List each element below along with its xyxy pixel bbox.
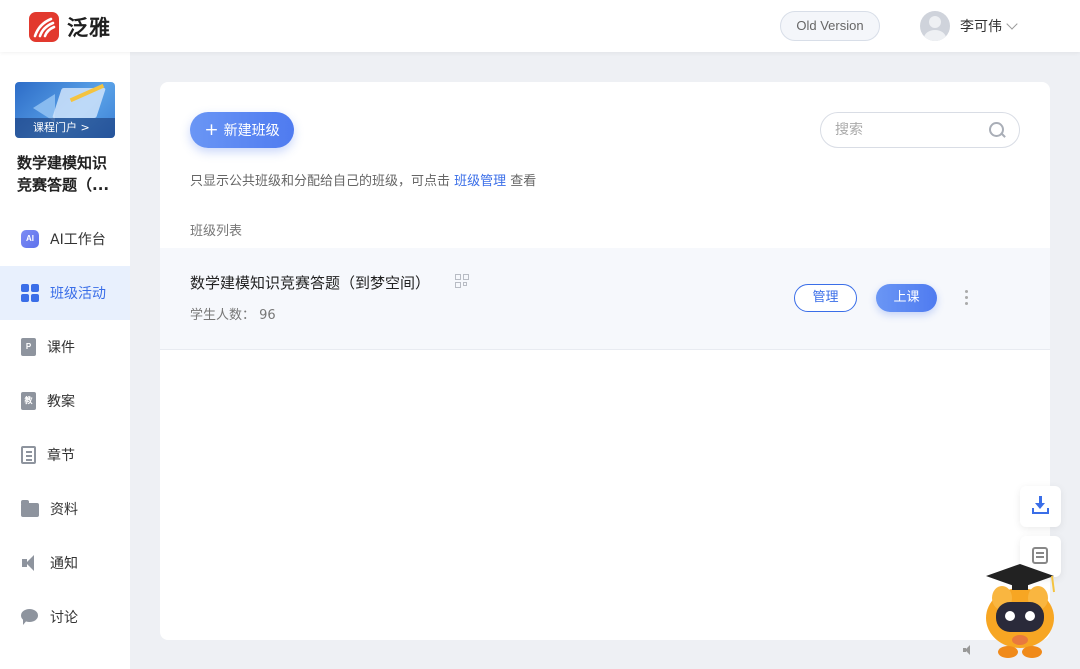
class-list-heading: 班级列表	[190, 224, 243, 239]
sidebar-item-chapters[interactable]: 章节	[0, 428, 130, 482]
sidebar-item-class-activity[interactable]: 班级活动	[0, 266, 130, 320]
chevron-down-icon[interactable]	[1006, 18, 1018, 30]
top-bar: 泛雅 Old Version 李可伟	[0, 0, 1080, 52]
search-box[interactable]	[820, 112, 1020, 148]
sidebar-item-materials[interactable]: 资料	[0, 482, 130, 536]
cover-decoration	[52, 88, 106, 118]
sidebar-item-label: 班级活动	[50, 286, 106, 302]
logo[interactable]: 泛雅	[29, 12, 111, 42]
sidebar-item-label: 讨论	[50, 610, 78, 626]
avatar[interactable]	[920, 11, 950, 41]
sidebar-item-notices[interactable]: 通知	[0, 536, 130, 590]
speaker-icon	[21, 554, 39, 572]
hint-text: 查看	[506, 174, 537, 189]
course-title: 数学建模知识竞赛答题（...	[17, 154, 110, 194]
logo-text: 泛雅	[67, 16, 111, 40]
student-count-label: 学生人数：	[190, 308, 256, 323]
sidebar-item-label: 课件	[47, 340, 75, 356]
sidebar-item-label: 教案	[47, 394, 75, 410]
more-options-icon[interactable]	[965, 290, 969, 306]
download-tray	[1032, 508, 1049, 514]
sound-icon[interactable]	[963, 645, 975, 655]
sidebar-item-lesson-plan[interactable]: 教 教案	[0, 374, 130, 428]
sidebar-item-label: AI工作台	[50, 232, 106, 248]
class-name[interactable]: 数学建模知识竞赛答题（到梦空间）	[190, 272, 430, 293]
courseware-icon: P	[21, 338, 36, 356]
folder-icon	[21, 500, 39, 517]
fanya-logo-icon	[29, 12, 59, 42]
sidebar-item-label: 章节	[47, 448, 75, 464]
plus-icon: +	[204, 119, 219, 140]
download-button[interactable]	[1020, 486, 1061, 527]
class-row[interactable]: 数学建模知识竞赛答题（到梦空间） 学生人数： 96 管理 上课	[160, 248, 1050, 350]
qr-code-icon[interactable]	[455, 274, 470, 289]
sidebar: 课程门户 > 数学建模知识竞赛答题（... AI AI工作台 班级活动 P 课件…	[0, 52, 130, 669]
new-class-button[interactable]: + 新建班级	[190, 112, 294, 148]
new-class-label: 新建班级	[223, 123, 280, 139]
sidebar-item-discussion[interactable]: 讨论	[0, 590, 130, 644]
sidebar-item-label: 资料	[50, 502, 78, 518]
grid-icon	[21, 284, 39, 302]
main-panel: + 新建班级 只显示公共班级和分配给自己的班级，可点击 班级管理 查看 班级列表…	[160, 82, 1050, 640]
student-count-value: 96	[259, 308, 276, 323]
old-version-button[interactable]: Old Version	[780, 11, 880, 41]
sidebar-item-label: 通知	[50, 556, 78, 572]
hint-text: 只显示公共班级和分配给自己的班级，可点击	[190, 174, 455, 189]
sidebar-nav: AI AI工作台 班级活动 P 课件 教 教案 章节 资料 通知 讨论	[0, 212, 130, 644]
chapter-list-icon	[21, 446, 36, 464]
class-management-link[interactable]: 班级管理	[454, 174, 506, 189]
student-count: 学生人数： 96	[190, 304, 276, 323]
ai-workbench-icon: AI	[21, 230, 39, 248]
manage-button[interactable]: 管理	[794, 284, 857, 312]
course-portal-link[interactable]: 课程门户 >	[15, 118, 115, 138]
sidebar-item-ai-workbench[interactable]: AI AI工作台	[0, 212, 130, 266]
course-cover-image[interactable]: 课程门户 >	[15, 82, 115, 138]
user-menu[interactable]: 李可伟	[920, 11, 1018, 41]
search-icon[interactable]	[989, 122, 1005, 138]
assistant-mascot-icon[interactable]	[972, 558, 1068, 662]
chat-icon	[21, 608, 39, 626]
class-visibility-hint: 只显示公共班级和分配给自己的班级，可点击 班级管理 查看	[190, 170, 536, 189]
sidebar-item-courseware[interactable]: P 课件	[0, 320, 130, 374]
start-class-button[interactable]: 上课	[876, 284, 937, 312]
user-name[interactable]: 李可伟	[960, 16, 1002, 36]
lesson-plan-icon: 教	[21, 392, 36, 410]
search-input[interactable]	[835, 122, 975, 138]
